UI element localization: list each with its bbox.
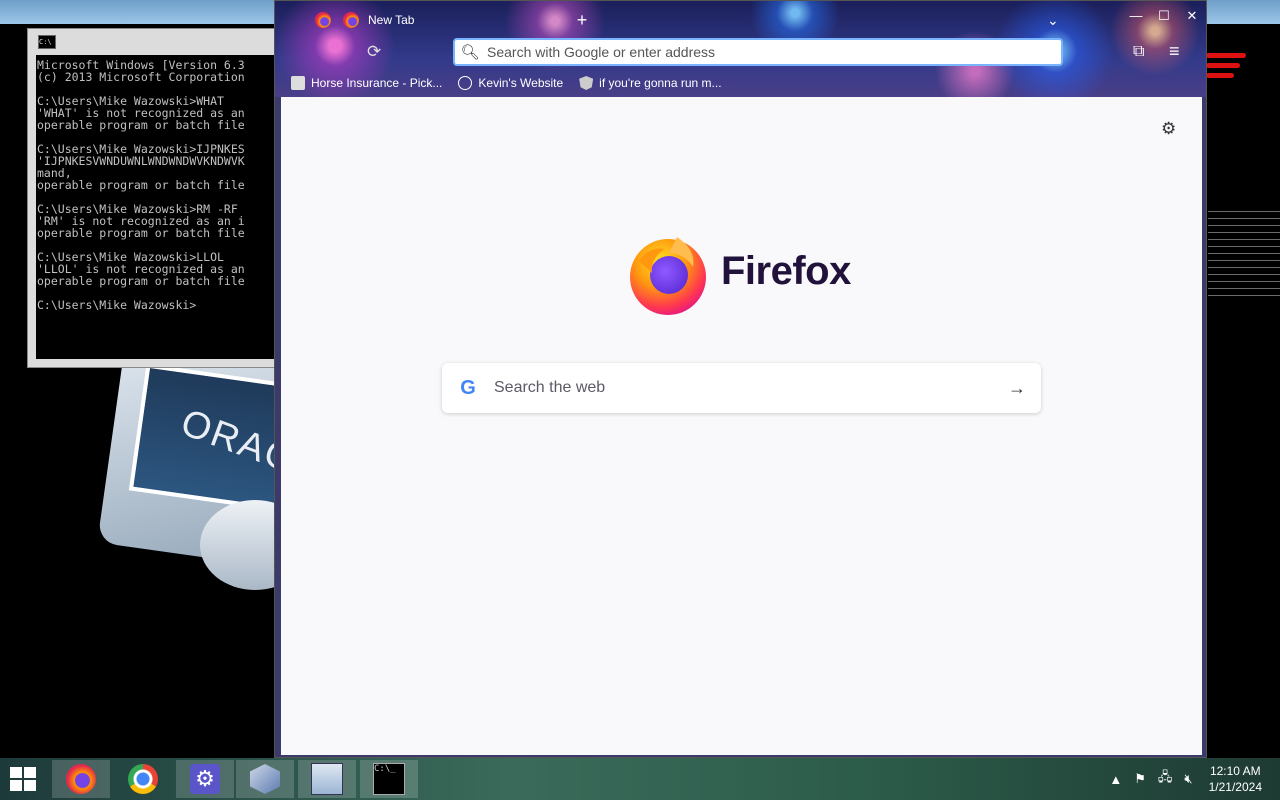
bookmarks-toolbar: Horse Insurance - Pick... Kevin's Websit… (275, 71, 1206, 95)
red-logo-decoration (1206, 48, 1246, 83)
tab-title: New Tab (368, 13, 415, 27)
firefox-wordmark: Firefox (721, 249, 851, 293)
firefox-toolbar-area: New Tab + ⌄ — ☐ ✕ ⟳ 🔍︎ ⧉ ≡ Horse Insuran… (275, 1, 1206, 97)
cmd-icon: C:\ (38, 35, 56, 49)
globe-icon (458, 76, 473, 90)
maximize-button[interactable]: ☐ (1150, 5, 1178, 27)
list-tabs-button[interactable]: ⌄ (1047, 12, 1059, 29)
firefox-logo-icon (630, 237, 706, 315)
firefox-window[interactable]: New Tab + ⌄ — ☐ ✕ ⟳ 🔍︎ ⧉ ≡ Horse Insuran… (274, 0, 1207, 758)
reload-icon[interactable]: ⟳ (367, 43, 385, 61)
network-icon[interactable]: 🖧︎ (1158, 768, 1173, 790)
chrome-icon (128, 764, 158, 794)
desktop-texture (1208, 206, 1280, 296)
flag-icon[interactable]: ⚑ (1134, 771, 1146, 787)
taskbar-firefox[interactable] (52, 760, 110, 798)
bookmark-item[interactable]: Kevin's Website (458, 76, 563, 90)
url-bar[interactable]: 🔍︎ (453, 38, 1063, 66)
show-hidden-icons-icon[interactable]: ▲ (1109, 772, 1122, 787)
close-button[interactable]: ✕ (1178, 5, 1206, 27)
clock[interactable]: 12:10 AM 1/21/2024 (1209, 763, 1262, 795)
new-tab-page: ⚙ Firefox G Search the web → (281, 97, 1202, 755)
clock-date: 1/21/2024 (1208, 780, 1262, 794)
search-icon: 🔍︎ (460, 44, 480, 61)
taskbar-settings[interactable]: ⚙ (176, 760, 234, 798)
taskbar-cmd[interactable]: C:\_ (360, 760, 418, 798)
search-placeholder: Search the web (494, 379, 606, 396)
menu-icon[interactable]: ≡ (1169, 41, 1180, 62)
cmd-output: Microsoft Windows [Version 6.3 (c) 2013 … (37, 58, 245, 312)
system-tray: ▲ ⚑ 🖧︎ 🔇︎ 12:10 AM 1/21/2024 (1103, 758, 1280, 800)
cmd-icon (311, 763, 343, 795)
tab-strip: New Tab + ⌄ — ☐ ✕ (275, 5, 1206, 35)
taskbar-virtualbox[interactable] (236, 760, 294, 798)
clock-time: 12:10 AM (1209, 764, 1261, 778)
firefox-icon (343, 12, 359, 28)
cmd-titlebar[interactable]: C:\ (28, 29, 286, 55)
window-controls: — ☐ ✕ (1122, 5, 1206, 27)
cmd-icon: C:\_ (373, 763, 405, 795)
nav-bar: ⟳ 🔍︎ ⧉ ≡ (275, 37, 1206, 69)
tab-new-tab[interactable]: New Tab (343, 7, 473, 33)
bookmark-favicon-icon (291, 76, 305, 90)
taskbar-cmd-shortcut[interactable] (298, 760, 356, 798)
arrow-right-icon[interactable]: → (993, 378, 1041, 399)
gear-icon[interactable]: ⚙ (1161, 119, 1176, 139)
url-input[interactable] (485, 43, 1061, 61)
firefox-view-icon[interactable] (315, 12, 331, 28)
bookmark-favicon-icon (579, 76, 594, 90)
google-icon: G (460, 376, 476, 399)
web-search-box[interactable]: G Search the web → (442, 363, 1041, 413)
bookmark-label: if you're gonna run m... (599, 76, 722, 90)
windows-start-icon[interactable] (10, 767, 38, 793)
bookmark-item[interactable]: if you're gonna run m... (579, 76, 722, 90)
bookmark-item[interactable]: Horse Insurance - Pick... (291, 76, 442, 90)
new-tab-button[interactable]: + (573, 11, 591, 29)
cmd-console[interactable]: Microsoft Windows [Version 6.3 (c) 2013 … (36, 55, 286, 359)
cmd-window[interactable]: C:\ Microsoft Windows [Version 6.3 (c) 2… (27, 28, 287, 368)
extensions-icon[interactable]: ⧉ (1133, 43, 1144, 61)
minimize-button[interactable]: — (1122, 5, 1150, 27)
taskbar: ⚙ C:\_ ▲ ⚑ 🖧︎ 🔇︎ 12:10 AM 1/21/2024 (0, 758, 1280, 800)
taskbar-chrome[interactable] (114, 760, 172, 798)
bookmark-label: Horse Insurance - Pick... (311, 76, 443, 90)
volume-muted-icon[interactable]: 🔇︎ (1184, 771, 1192, 787)
firefox-icon (66, 764, 96, 794)
bookmark-label: Kevin's Website (478, 76, 564, 90)
settings-icon: ⚙ (190, 764, 220, 794)
virtualbox-icon (250, 764, 280, 794)
